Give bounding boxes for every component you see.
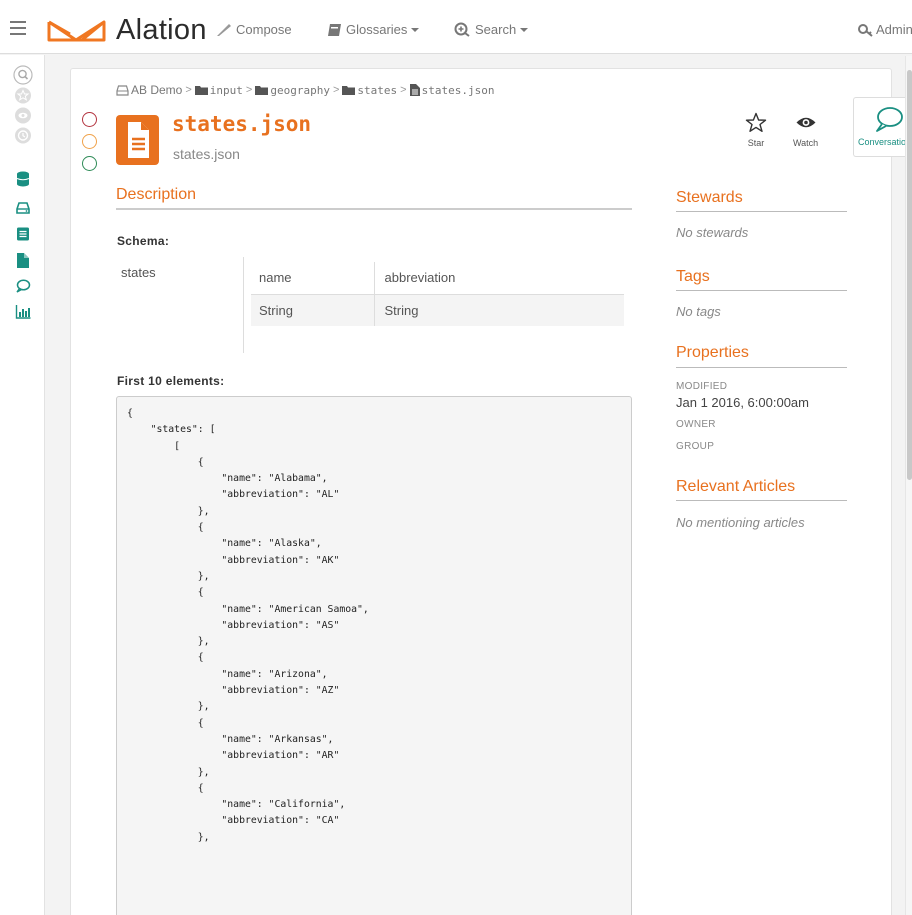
breadcrumb-folder-geography[interactable]: geography (255, 84, 330, 97)
breadcrumb-separator: > (185, 84, 192, 96)
description-heading: Description (116, 186, 197, 203)
eye-icon[interactable] (15, 107, 32, 124)
eye-icon (796, 117, 816, 128)
brand-logo[interactable]: Alation (46, 16, 207, 45)
compose-nav[interactable]: Compose (216, 22, 292, 37)
modified-label: MODIFIED (676, 381, 728, 392)
chevron-down-icon (520, 27, 529, 32)
compose-label: Compose (236, 22, 292, 37)
alation-logo-icon (47, 20, 106, 41)
breadcrumb-file[interactable]: states.json (409, 83, 495, 97)
breadcrumb-folder-input[interactable]: input (194, 83, 243, 97)
drive-icon (116, 84, 129, 96)
scrollbar-thumb[interactable] (907, 70, 912, 480)
drive-icon[interactable] (16, 201, 30, 215)
glossaries-nav[interactable]: Glossaries (327, 22, 420, 37)
breadcrumb-folder-states[interactable]: states (342, 84, 397, 97)
tags-empty: No tags (676, 304, 721, 319)
schema-label: Schema: (117, 234, 170, 248)
chart-icon[interactable] (15, 305, 31, 319)
glossaries-label: Glossaries (346, 22, 408, 37)
stewards-heading: Stewards (676, 189, 743, 206)
breadcrumb-label: input (209, 83, 243, 97)
modified-value: Jan 1 2016, 6:00:00am (676, 395, 809, 410)
schema-header-row: name abbreviation (251, 262, 624, 295)
stewards-divider (676, 211, 847, 212)
endorsement-flag-icon[interactable] (82, 156, 97, 171)
table-icon[interactable] (17, 227, 30, 241)
tags-heading: Tags (676, 268, 710, 285)
group-label: GROUP (676, 441, 715, 452)
warning-flag-icon[interactable] (82, 134, 97, 149)
properties-heading: Properties (676, 344, 749, 361)
description-divider (116, 208, 632, 210)
breadcrumb: AB Demo > input > geography > states > s… (116, 83, 494, 97)
file-icon (409, 84, 420, 96)
star-icon (745, 112, 767, 132)
left-rail (0, 55, 45, 915)
articles-heading: Relevant Articles (676, 478, 796, 495)
breadcrumb-label: states.json (421, 83, 495, 97)
admin-menu[interactable]: Admin (858, 22, 912, 37)
schema-cell: String (251, 294, 375, 326)
schema-cell: abbreviation (374, 262, 624, 295)
search-plus-icon (454, 22, 470, 37)
conversation-icon (875, 107, 903, 132)
json-preview[interactable]: { "states": [ [ { "name": "Alabama", "ab… (116, 396, 632, 915)
schema-divider (243, 257, 244, 353)
first-elements-label: First 10 elements: (117, 374, 225, 388)
page-subtitle: states.json (173, 146, 240, 162)
breadcrumb-label: geography (270, 83, 330, 97)
folder-icon (342, 86, 356, 95)
watch-label: Watch (793, 138, 819, 148)
breadcrumb-datasource[interactable]: AB Demo (116, 83, 182, 97)
book-icon (328, 23, 341, 36)
json-code: { "states": [ [ { "name": "Alabama", "ab… (127, 408, 369, 843)
deprecation-flag-icon[interactable] (82, 112, 97, 127)
admin-label: Admin (876, 22, 912, 37)
articles-divider (676, 500, 847, 501)
stewards-empty: No stewards (676, 225, 749, 240)
chevron-down-icon (411, 27, 420, 32)
schema-table: name abbreviation String String (251, 262, 624, 326)
breadcrumb-separator: > (400, 84, 407, 96)
quill-icon (217, 23, 231, 36)
conversations-tab[interactable]: Conversations (853, 97, 912, 157)
tags-divider (676, 290, 847, 291)
star-label: Star (747, 138, 765, 148)
star-icon[interactable] (15, 87, 32, 104)
folder-icon (194, 86, 208, 95)
articles-empty: No mentioning articles (676, 515, 805, 530)
conversation-icon[interactable] (16, 279, 31, 293)
conversations-label: Conversations (858, 137, 912, 147)
properties-divider (676, 367, 847, 368)
clock-icon[interactable] (15, 127, 32, 144)
star-button[interactable]: Star (745, 112, 767, 148)
search-icon[interactable] (13, 65, 33, 85)
page-scrollbar[interactable] (905, 56, 912, 915)
search-label: Search (475, 22, 517, 37)
breadcrumb-label: AB Demo (131, 83, 183, 97)
brand-name: Alation (116, 14, 207, 46)
schema-type-row: String String (251, 294, 624, 326)
file-icon (116, 115, 159, 170)
schema-cell: name (251, 262, 375, 295)
breadcrumb-separator: > (245, 84, 253, 96)
owner-label: OWNER (676, 419, 716, 430)
folder-icon (255, 86, 269, 95)
database-icon[interactable] (16, 171, 30, 187)
key-icon (858, 23, 873, 37)
search-nav[interactable]: Search (454, 22, 529, 37)
schema-name: states (121, 265, 156, 280)
file-icon[interactable] (17, 253, 29, 268)
page-title: states.json (172, 112, 312, 136)
breadcrumb-label: states (357, 83, 398, 97)
menu-icon[interactable] (10, 21, 26, 35)
schema-cell: String (374, 294, 624, 326)
top-bar: Alation Compose Glossaries Search Admin (0, 0, 912, 54)
breadcrumb-separator: > (332, 84, 340, 96)
watch-button[interactable]: Watch (793, 112, 818, 148)
